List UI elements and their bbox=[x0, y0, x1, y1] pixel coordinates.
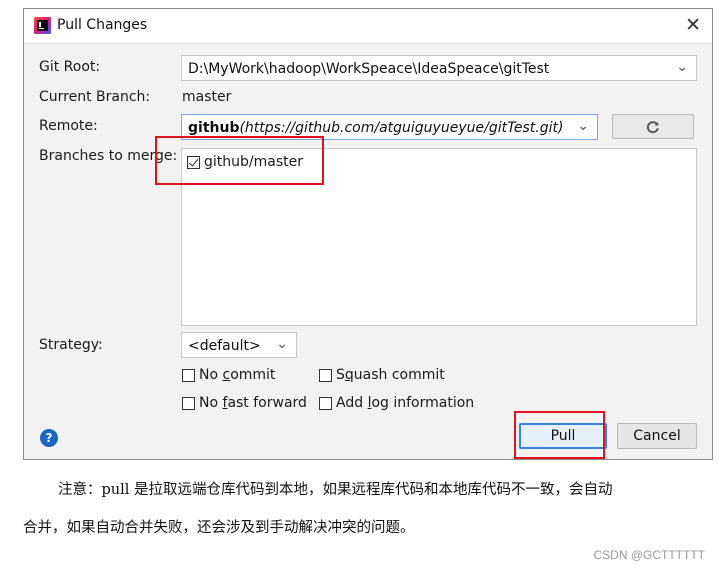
caption-line-1: 注意：pull 是拉取远端仓库代码到本地，如果远程库代码和本地库代码不一致，会自… bbox=[58, 482, 613, 498]
caption-line-2: 合并，如果自动合并失败，还会涉及到手动解决冲突的问题。 bbox=[23, 520, 415, 536]
squash-commit-option[interactable]: Squash commit bbox=[319, 367, 445, 383]
branches-to-merge-label: Branches to merge: bbox=[39, 148, 178, 164]
add-log-information-option[interactable]: Add log information bbox=[319, 395, 474, 411]
title-bar: Pull Changes ✕ bbox=[24, 9, 712, 44]
no-fast-forward-rest: ast forward bbox=[227, 395, 307, 411]
no-fast-forward-text: No bbox=[199, 395, 223, 411]
add-log-information-rest: og information bbox=[371, 395, 475, 411]
strategy-label: Strategy: bbox=[39, 337, 103, 353]
remote-url: (https://github.com/atguiguyueyue/gitTes… bbox=[239, 120, 564, 136]
no-fast-forward-checkbox[interactable] bbox=[182, 396, 195, 410]
git-root-label: Git Root: bbox=[39, 59, 101, 75]
remote-select[interactable]: github(https://github.com/atguiguyueyue/… bbox=[181, 114, 598, 140]
refresh-button[interactable] bbox=[612, 114, 694, 139]
strategy-select[interactable]: <default> ⌄ bbox=[181, 332, 297, 358]
current-branch-label: Current Branch: bbox=[39, 89, 151, 105]
no-commit-checkbox[interactable] bbox=[182, 368, 195, 382]
dialog-title: Pull Changes bbox=[57, 17, 148, 33]
squash-commit-checkbox[interactable] bbox=[319, 368, 332, 382]
no-commit-text: No bbox=[199, 367, 223, 383]
chevron-down-icon: ⌄ bbox=[276, 336, 288, 352]
pull-button[interactable]: Pull bbox=[519, 423, 607, 449]
no-fast-forward-option[interactable]: No fast forward bbox=[182, 395, 307, 411]
branch-checkbox[interactable] bbox=[187, 155, 200, 169]
remote-name: github bbox=[188, 120, 240, 136]
branch-item-github-master[interactable]: github/master bbox=[187, 154, 303, 170]
git-root-value: D:\MyWork\hadoop\WorkSpeace\IdeaSpeace\g… bbox=[188, 61, 550, 77]
chevron-down-icon: ⌄ bbox=[676, 59, 688, 75]
no-commit-option[interactable]: No commit bbox=[182, 367, 275, 383]
add-log-information-checkbox[interactable] bbox=[319, 396, 332, 410]
squash-commit-text: S bbox=[336, 367, 345, 383]
add-log-information-text: Add bbox=[336, 395, 368, 411]
current-branch-value: master bbox=[182, 89, 232, 105]
csdn-watermark: CSDN @GCTTTTTT bbox=[593, 548, 706, 562]
remote-label: Remote: bbox=[39, 118, 98, 134]
pull-changes-dialog: Pull Changes ✕ Git Root: D:\MyWork\hadoo… bbox=[23, 8, 713, 460]
chevron-down-icon: ⌄ bbox=[573, 118, 589, 134]
squash-commit-mnemonic: q bbox=[344, 367, 354, 383]
git-root-select[interactable]: D:\MyWork\hadoop\WorkSpeace\IdeaSpeace\g… bbox=[181, 55, 697, 81]
squash-commit-rest: uash commit bbox=[353, 367, 445, 383]
branches-list: github/master bbox=[181, 148, 697, 326]
close-icon[interactable]: ✕ bbox=[685, 14, 701, 36]
strategy-value: <default> bbox=[188, 338, 261, 354]
branch-name: github/master bbox=[204, 154, 303, 170]
help-icon[interactable]: ? bbox=[40, 429, 58, 447]
cancel-button[interactable]: Cancel bbox=[617, 423, 697, 449]
refresh-icon bbox=[646, 120, 659, 133]
intellij-idea-icon bbox=[34, 17, 51, 34]
no-commit-rest: ommit bbox=[230, 367, 276, 383]
